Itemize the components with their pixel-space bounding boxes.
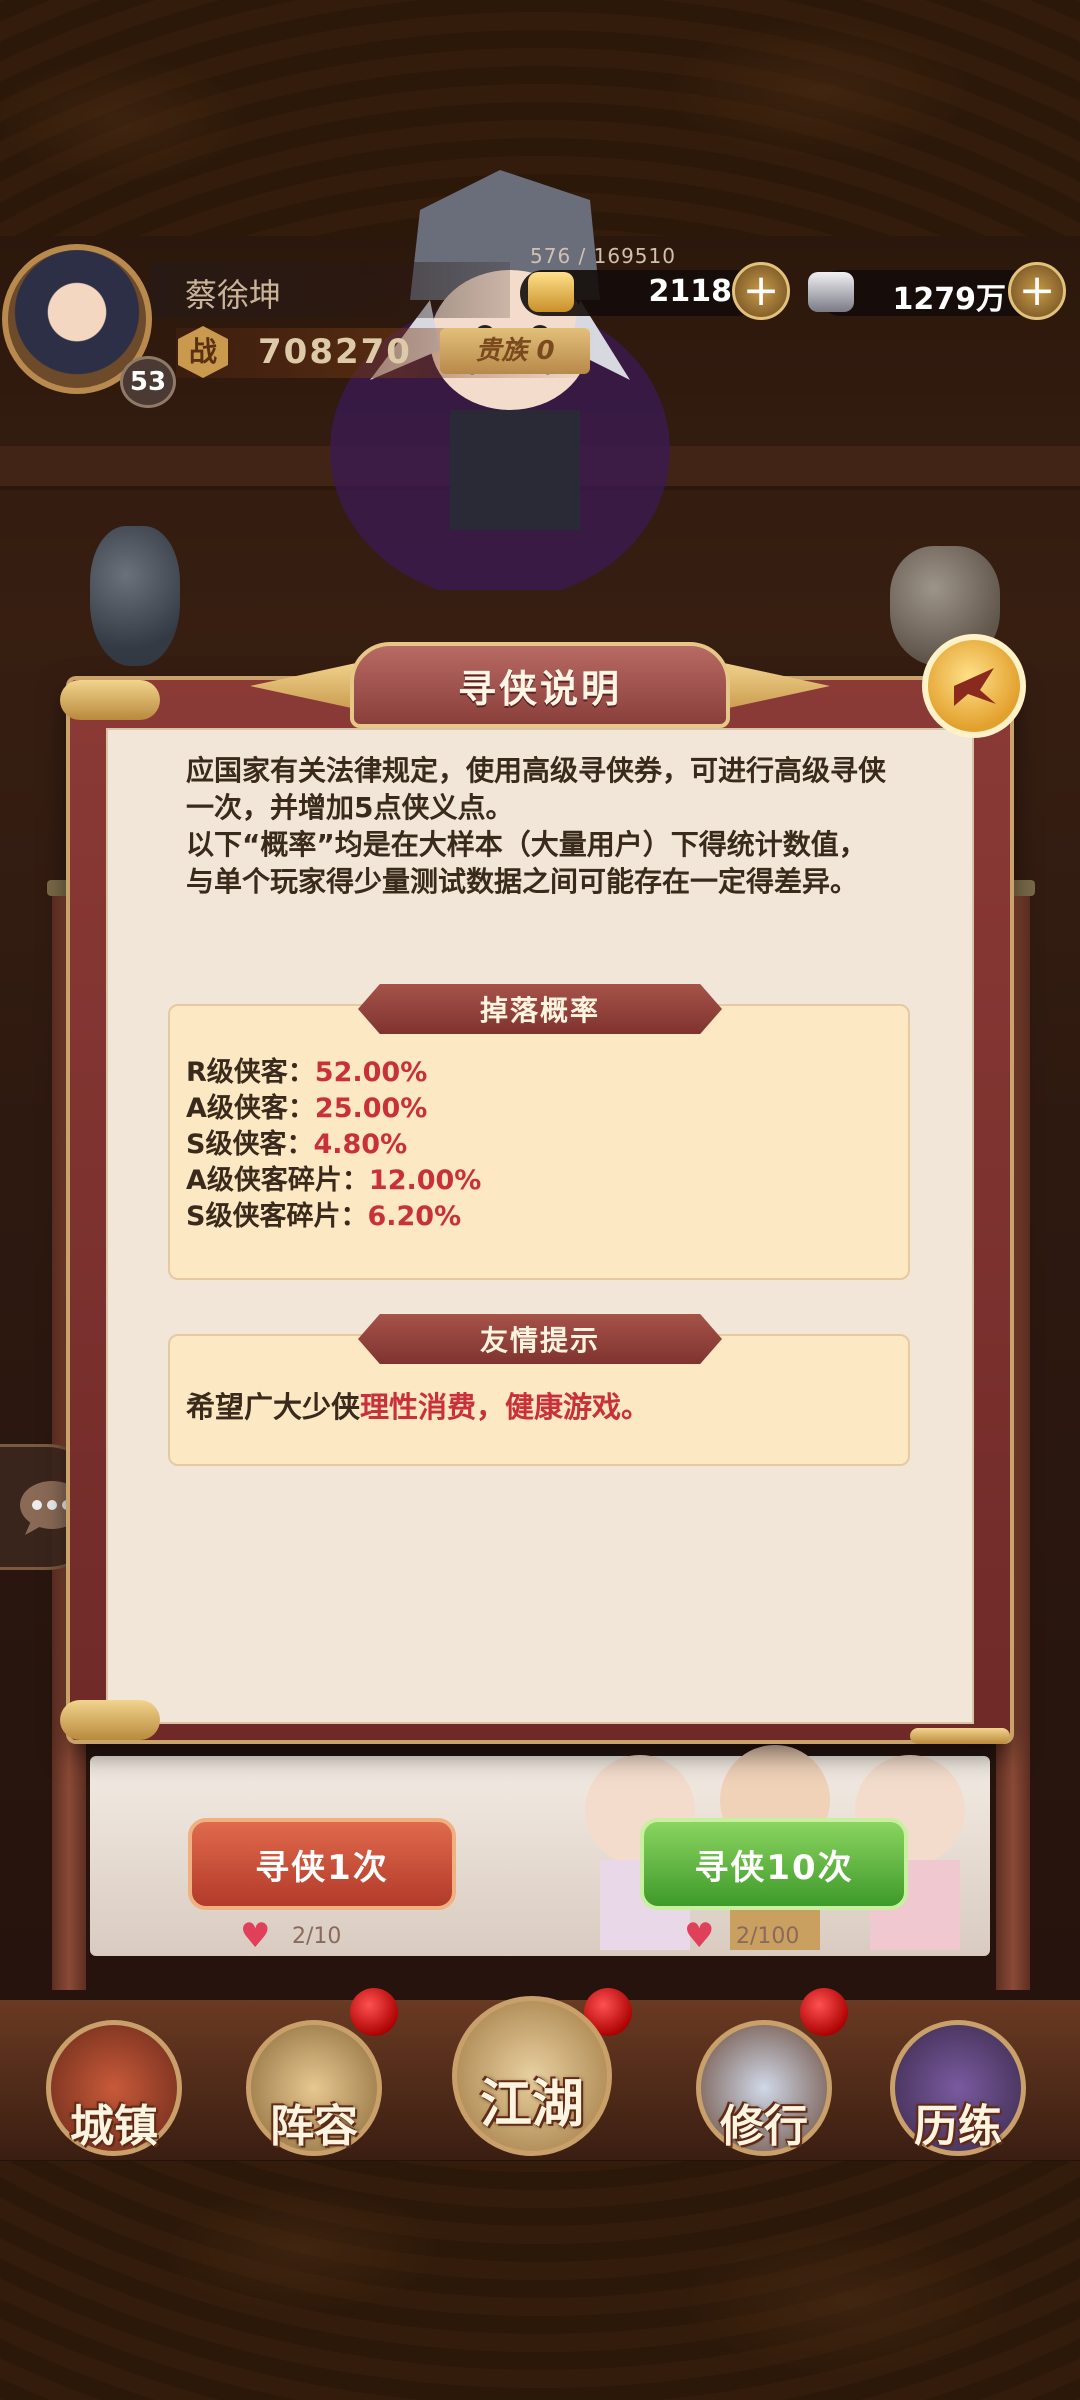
intro-paragraph: 以下“概率”均是在大样本（大量用户）下得统计数值，与单个玩家得少量测试数据之间可…: [186, 828, 867, 898]
friendly-tip-title: 友情提示: [479, 1324, 600, 1357]
rate-value: 25.00%: [314, 1093, 428, 1124]
nav-training-label: 历练: [914, 2101, 1002, 2152]
silver-ingot-icon: [808, 272, 854, 312]
close-button[interactable]: [922, 634, 1026, 738]
summon-ten-counter: ♥ 2/100: [684, 1916, 800, 1956]
nav-jianghu-label: 江湖: [479, 2075, 584, 2135]
player-name: 蔡徐坤: [185, 276, 282, 314]
rate-label: S级侠客碎片：: [186, 1201, 368, 1232]
nav-lineup-label: 阵容: [270, 2101, 358, 2152]
friendly-tip-header: 友情提示: [358, 1314, 722, 1364]
modal-title-plaque: 寻侠说明: [350, 642, 730, 728]
notification-dot: [800, 1988, 848, 2036]
combat-power-value: 708270: [258, 332, 412, 372]
corner-deco-top-left: [60, 680, 160, 720]
gold-ingot-icon: [528, 272, 574, 312]
summon-once-counter: ♥ 2/10: [240, 1916, 342, 1956]
gold-currency-value: 2118: [648, 274, 733, 309]
rate-row: A级侠客：25.00%: [186, 1091, 481, 1127]
tip-prefix: 希望广大少侠: [186, 1390, 361, 1424]
rate-value: 12.00%: [368, 1165, 482, 1196]
rate-row: A级侠客碎片：12.00%: [186, 1163, 481, 1199]
close-icon: [954, 668, 996, 706]
notification-dot: [350, 1988, 398, 2036]
summon-once-button[interactable]: 寻侠1次: [188, 1818, 456, 1910]
player-level-badge: 53: [120, 356, 176, 408]
rate-value: 52.00%: [314, 1057, 428, 1088]
summon-ten-button[interactable]: 寻侠10次: [640, 1818, 908, 1910]
modal-intro: 应国家有关法律规定，使用高级寻侠券，可进行高级寻侠一次，并增加5点侠义点。 以下…: [186, 752, 886, 900]
rate-label: A级侠客碎片：: [186, 1165, 369, 1196]
summon-once-count: 2/10: [292, 1923, 342, 1949]
corner-deco-bottom-right: [910, 1728, 1010, 1744]
rate-label: R级侠客：: [186, 1057, 315, 1088]
nav-town-label: 城镇: [70, 2101, 158, 2152]
silver-currency-value: 1279万: [892, 282, 1007, 317]
vip-badge[interactable]: 贵族 0: [440, 328, 590, 374]
drop-rate-title: 掉落概率: [479, 994, 600, 1027]
rate-row: S级侠客碎片：6.20%: [186, 1199, 481, 1235]
heart-icon: ♥: [240, 1916, 271, 1956]
rate-value: 4.80%: [313, 1129, 408, 1160]
friendly-tip-text: 希望广大少侠理性消费，健康游戏。: [186, 1384, 650, 1426]
summon-ten-count: 2/100: [736, 1923, 800, 1949]
drop-rate-header: 掉落概率: [358, 984, 722, 1034]
tip-highlight: 理性消费，健康游戏。: [360, 1390, 651, 1424]
drop-rate-list: R级侠客：52.00% A级侠客：25.00% S级侠客：4.80% A级侠客碎…: [186, 1055, 481, 1235]
heart-icon: ♥: [684, 1916, 715, 1956]
intro-paragraph: 应国家有关法律规定，使用高级寻侠券，可进行高级寻侠一次，并增加5点侠义点。: [186, 754, 887, 824]
nav-practice-label: 修行: [720, 2101, 808, 2152]
add-silver-button[interactable]: +: [1008, 262, 1066, 320]
rate-row: S级侠客：4.80%: [186, 1127, 481, 1163]
rate-value: 6.20%: [367, 1201, 462, 1232]
player-exp-text: 576 / 169510: [530, 244, 676, 268]
rate-label: S级侠客：: [186, 1129, 314, 1160]
rate-row: R级侠客：52.00%: [186, 1055, 481, 1091]
rate-label: A级侠客：: [186, 1093, 315, 1124]
add-gold-button[interactable]: +: [732, 262, 790, 320]
modal-title: 寻侠说明: [457, 666, 622, 711]
corner-deco-bottom-left: [60, 1700, 160, 1740]
